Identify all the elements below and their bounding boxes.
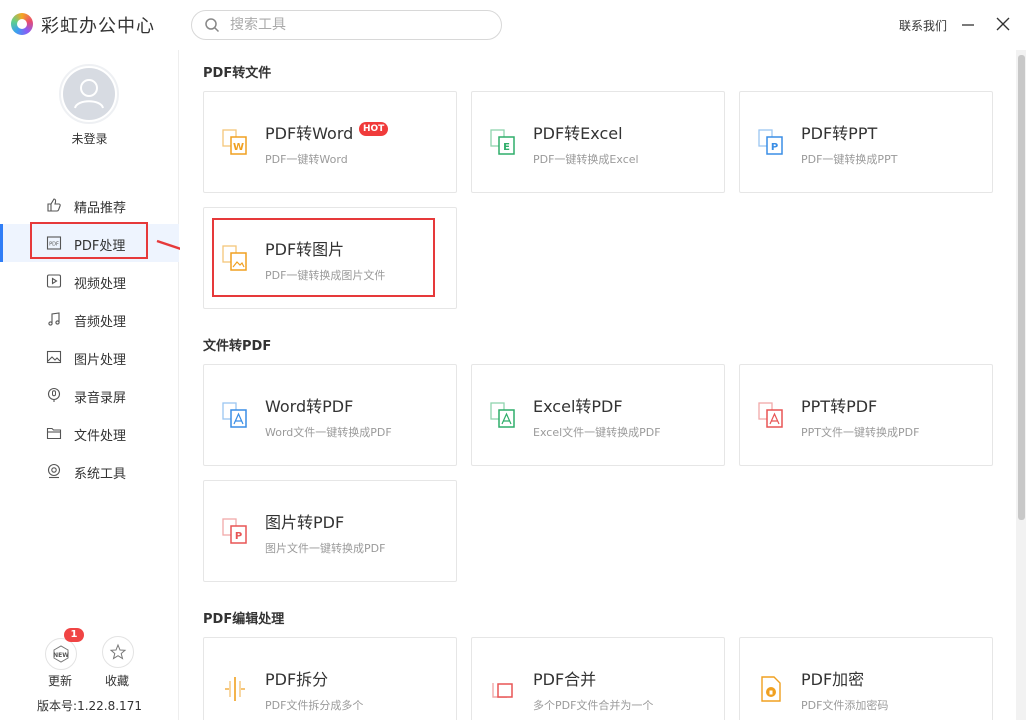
card-pdf-to-ppt[interactable]: P PDF转PPT PDF一键转换成PPT: [739, 91, 993, 193]
avatar[interactable]: [63, 68, 115, 120]
card-pdf-to-excel[interactable]: E PDF转Excel PDF一键转换成Excel: [471, 91, 725, 193]
sidebar-item-record[interactable]: 录音录屏: [0, 376, 179, 414]
svg-text:P: P: [235, 531, 242, 542]
card-title: Word转PDF: [265, 397, 354, 416]
excel-doc-icon: E: [490, 129, 515, 155]
user-icon: [74, 79, 104, 109]
system-icon: [47, 463, 61, 479]
card-title: PDF转PPT: [801, 124, 878, 143]
card-word-to-pdf[interactable]: Word转PDF Word文件一键转换成PDF: [203, 364, 457, 466]
search-input[interactable]: [230, 15, 480, 35]
card-title: PDF转Word: [265, 124, 354, 143]
card-ppt-to-pdf[interactable]: PPT转PDF PPT文件一键转换成PDF: [739, 364, 993, 466]
new-badge-icon: NEW: [53, 645, 69, 663]
sidebar-item-system[interactable]: 系统工具: [0, 452, 179, 490]
image-to-pdf-icon: P: [222, 518, 247, 544]
card-subtitle: PDF文件添加密码: [801, 699, 889, 712]
section-title: 文件转PDF: [203, 339, 272, 354]
record-icon: [47, 387, 61, 402]
sidebar-item-label: 文件处理: [74, 429, 127, 444]
card-title: PDF加密: [801, 670, 865, 689]
card-subtitle: 多个PDF文件合并为一个: [533, 699, 654, 712]
sidebar-item-label: 视频处理: [74, 277, 127, 292]
card-pdf-to-word[interactable]: W PDF转Word HOT PDF一键转Word: [203, 91, 457, 193]
sidebar-item-label: 系统工具: [74, 467, 127, 482]
card-subtitle: PDF一键转换成Excel: [533, 153, 639, 166]
card-title: Excel转PDF: [533, 397, 623, 416]
rainbow-logo-icon: [11, 13, 33, 35]
card-title: PPT转PDF: [801, 397, 878, 416]
thumbs-up-icon: [47, 198, 61, 212]
title-bar: 彩虹办公中心 联系我们: [0, 0, 1026, 50]
svg-text:P: P: [771, 142, 778, 153]
hot-badge: HOT: [359, 122, 389, 136]
sidebar-item-audio[interactable]: 音频处理: [0, 300, 179, 338]
sidebar-item-image[interactable]: 图片处理: [0, 338, 179, 376]
search-box[interactable]: [191, 10, 502, 40]
music-icon: [48, 312, 60, 326]
annotation-highlight-box: [212, 218, 435, 297]
update-button[interactable]: NEW: [45, 638, 77, 670]
sidebar: 未登录 精品推荐 PDF PDF处理 视频处理 音频处理 图片处理 录音录屏 文…: [0, 50, 179, 720]
word-to-pdf-icon: [222, 402, 247, 428]
card-pdf-split[interactable]: PDF拆分 PDF文件拆分成多个: [203, 637, 457, 720]
card-pdf-merge[interactable]: PDF合并 多个PDF文件合并为一个: [471, 637, 725, 720]
svg-text:E: E: [503, 142, 510, 153]
svg-text:NEW: NEW: [53, 652, 69, 659]
card-subtitle: Word文件一键转换成PDF: [265, 426, 392, 439]
ppt-to-pdf-icon: [758, 402, 783, 428]
card-subtitle: PDF文件拆分成多个: [265, 699, 364, 712]
folder-icon: [46, 427, 62, 440]
card-title: 图片转PDF: [265, 513, 345, 532]
card-subtitle: 图片文件一键转换成PDF: [265, 542, 386, 555]
version-label: 版本号:1.22.8.171: [37, 699, 142, 713]
card-title: PDF拆分: [265, 670, 329, 689]
card-pdf-encrypt[interactable]: PDF加密 PDF文件添加密码: [739, 637, 993, 720]
ppt-doc-icon: P: [758, 129, 783, 155]
word-doc-icon: W: [222, 129, 247, 155]
image-icon: [46, 350, 62, 364]
section-title: PDF编辑处理: [203, 612, 285, 627]
search-icon: [205, 18, 220, 33]
lock-doc-icon: [761, 676, 781, 702]
annotation-highlight-box: [30, 222, 148, 259]
favorite-button[interactable]: [102, 636, 134, 668]
card-subtitle: Excel文件一键转换成PDF: [533, 426, 661, 439]
card-title: PDF合并: [533, 670, 597, 689]
login-status[interactable]: 未登录: [0, 130, 179, 147]
card-subtitle: PDF一键转Word: [265, 153, 348, 166]
split-icon: [225, 677, 245, 701]
sidebar-item-files[interactable]: 文件处理: [0, 414, 179, 452]
update-count-badge: 1: [64, 628, 84, 642]
card-subtitle: PDF一键转换成PPT: [801, 153, 898, 166]
video-icon: [46, 274, 62, 288]
update-label[interactable]: 更新: [48, 672, 72, 689]
star-icon: [109, 643, 127, 660]
section-title: PDF转文件: [203, 66, 272, 81]
scrollbar-thumb[interactable]: [1018, 55, 1025, 520]
sidebar-item-recommended[interactable]: 精品推荐: [0, 186, 179, 224]
card-subtitle: PPT文件一键转换成PDF: [801, 426, 920, 439]
sidebar-item-label: 录音录屏: [74, 391, 127, 406]
minimize-icon[interactable]: [959, 15, 977, 33]
sidebar-item-label: 精品推荐: [74, 201, 127, 216]
contact-us-link[interactable]: 联系我们: [899, 17, 947, 34]
excel-to-pdf-icon: [490, 402, 515, 428]
sidebar-item-label: 图片处理: [74, 353, 127, 368]
card-image-to-pdf[interactable]: P 图片转PDF 图片文件一键转换成PDF: [203, 480, 457, 582]
close-icon[interactable]: [994, 15, 1012, 33]
app-window: 彩虹办公中心 联系我们 未登录: [0, 0, 1026, 720]
favorite-label[interactable]: 收藏: [105, 672, 129, 689]
main-content: PDF转文件 W PDF转Word HOT PDF一键转Word E PDF转E…: [180, 50, 1014, 720]
card-excel-to-pdf[interactable]: Excel转PDF Excel文件一键转换成PDF: [471, 364, 725, 466]
sidebar-item-label: 音频处理: [74, 315, 127, 330]
sidebar-item-video[interactable]: 视频处理: [0, 262, 179, 300]
svg-text:W: W: [233, 142, 244, 153]
merge-icon: [492, 683, 513, 698]
card-title: PDF转Excel: [533, 124, 623, 143]
app-title: 彩虹办公中心: [41, 16, 155, 37]
